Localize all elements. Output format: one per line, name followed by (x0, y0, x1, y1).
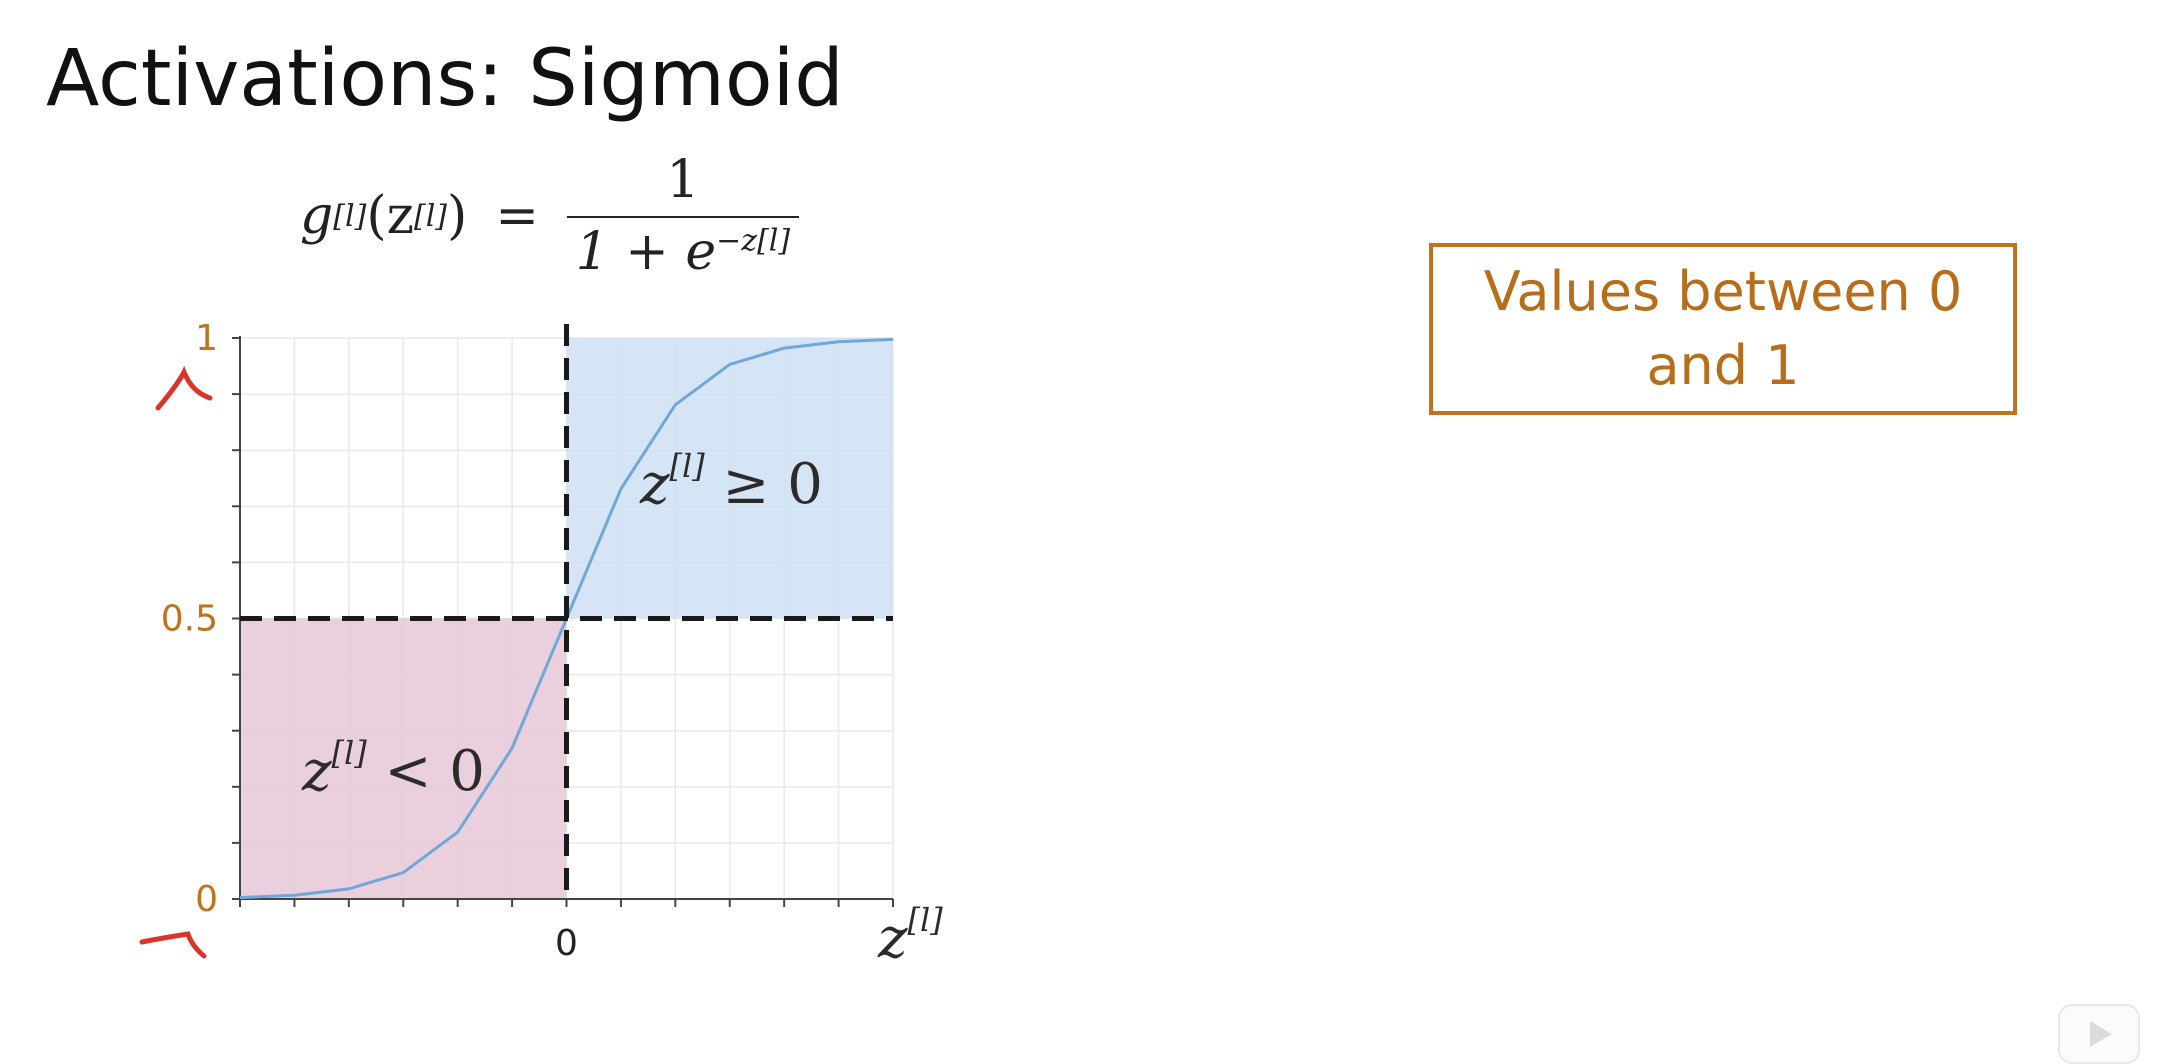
sigmoid-chart: 1 0.5 0 0 z[l] z[l] < 0 z[l] ≥ 0 (139, 318, 943, 971)
y-tick-label: 1 (195, 318, 218, 359)
y-tick-label: 0 (195, 879, 218, 920)
positive-region-label: z[l] ≥ 0 (639, 447, 823, 517)
y-tick-label: 0.5 (161, 599, 218, 640)
handwritten-mark-top (155, 365, 213, 411)
x-axis-label: z[l] (877, 901, 943, 971)
callout-line-1: Values between 0 (1483, 260, 1963, 323)
x-tick-label: 0 (555, 923, 578, 964)
handwritten-mark-bottom (139, 931, 207, 959)
play-icon[interactable] (2058, 1004, 2140, 1064)
values-callout-box: Values between 0 and 1 (1429, 243, 2017, 415)
negative-region-label: z[l] < 0 (301, 734, 485, 804)
callout-line-2: and 1 (1646, 334, 1800, 397)
